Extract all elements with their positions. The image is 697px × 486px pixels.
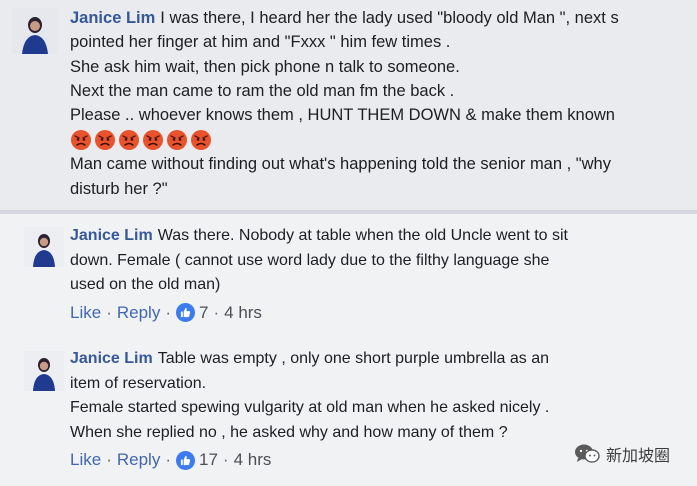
comment-line: Janice Lim Table was empty , only one sho… — [70, 347, 697, 372]
comment-panel-top: Janice Lim I was there, I heard her the l… — [0, 0, 697, 210]
timestamp[interactable]: 4 hrs — [234, 450, 272, 470]
reaction-count[interactable]: 7 — [199, 303, 208, 323]
like-button[interactable]: Like — [70, 303, 101, 323]
comment-line: She ask him wait, then pick phone n talk… — [70, 57, 460, 76]
angry-face-icon — [70, 129, 92, 151]
separator: · — [222, 450, 229, 469]
thumbs-up-icon[interactable] — [176, 450, 195, 470]
angry-face-icon — [94, 129, 116, 151]
comment-line: Female started spewing vulgarity at old … — [70, 399, 550, 416]
comment-line: item of reservation. — [70, 374, 207, 392]
separator: · — [165, 302, 171, 322]
timestamp[interactable]: 4 hrs — [224, 303, 262, 323]
watermark-text: 新加坡圈 — [606, 446, 671, 465]
separator: · — [106, 450, 112, 469]
angry-face-icon — [190, 129, 212, 151]
comment-author[interactable]: Janice Lim — [70, 350, 153, 367]
separator: · — [213, 302, 220, 322]
comment-actions: Like · Reply · 7 · 4 hrs — [70, 298, 697, 328]
emoji-row — [70, 127, 697, 152]
like-button[interactable]: Like — [70, 450, 101, 470]
comment-line: Janice Lim Was there. Nobody at table whe… — [70, 224, 697, 249]
comment: Janice Lim Was there. Nobody at table whe… — [70, 224, 697, 328]
avatar[interactable] — [12, 8, 58, 54]
reaction-count[interactable]: 17 — [199, 450, 218, 470]
comment-text: Was there. Nobody at table when the old … — [157, 227, 568, 244]
separator: · — [106, 302, 112, 322]
angry-face-icon — [166, 129, 188, 151]
angry-face-icon — [118, 129, 140, 151]
reply-button[interactable]: Reply — [117, 303, 160, 323]
avatar[interactable] — [24, 351, 64, 391]
reply-button[interactable]: Reply — [117, 450, 160, 470]
comment: Janice Lim I was there, I heard her the l… — [70, 6, 697, 201]
watermark: 新加坡圈 — [574, 442, 670, 466]
comment-line: disturb her ?" — [70, 179, 168, 198]
comment-line: Man came without finding out what's happ… — [70, 155, 611, 174]
comment-line: Janice Lim I was there, I heard her the l… — [70, 6, 697, 30]
comment-author[interactable]: Janice Lim — [70, 227, 153, 244]
comment-author[interactable]: Janice Lim — [70, 9, 155, 27]
comment-line: used on the old man) — [70, 276, 221, 293]
comment-line: Please .. whoever knows them , HUNT THEM… — [70, 106, 615, 125]
comment-text: Table was empty , only one short purple … — [157, 350, 550, 367]
avatar[interactable] — [24, 227, 64, 267]
thumbs-up-icon[interactable] — [176, 303, 195, 322]
comment-line: pointed her finger at him and "Fxxx " hi… — [70, 33, 451, 52]
angry-face-icon — [142, 129, 164, 151]
comment-line: Next the man came to ram the old man fm … — [70, 81, 455, 100]
comment-line: down. Female ( cannot use word lady due … — [70, 251, 550, 269]
wechat-icon — [574, 443, 600, 465]
comment-text: I was there, I heard her the lady used "… — [160, 9, 619, 27]
separator: · — [165, 450, 171, 469]
